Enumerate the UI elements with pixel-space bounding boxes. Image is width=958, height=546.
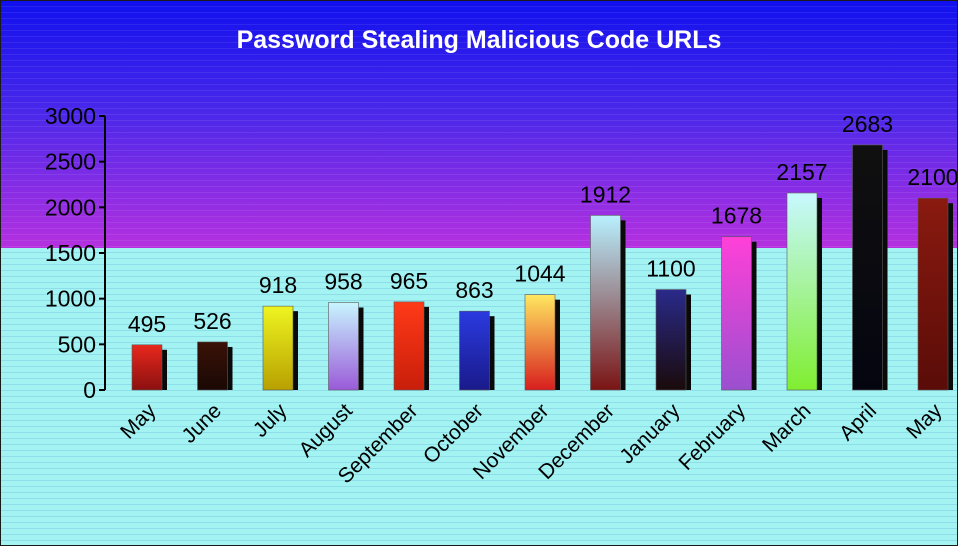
data-label: 1912 [580,181,631,207]
bar [590,215,621,391]
chart-title: Password Stealing Malicious Code URLs [237,26,722,54]
data-label: 2683 [842,111,893,137]
y-tick-label: 500 [58,331,96,357]
data-label: 526 [193,308,231,334]
data-label: 495 [128,311,166,337]
data-label: 2157 [776,159,827,185]
bar [197,341,228,391]
data-label: 918 [259,272,297,298]
data-label: 1100 [646,256,695,282]
bar [655,289,687,391]
bar [262,305,294,391]
bar [786,192,818,391]
data-label: 863 [455,277,493,303]
y-tick-label: 1500 [45,240,96,266]
data-label: 1678 [711,203,762,229]
y-tick-label: 2500 [45,149,96,175]
bar [393,301,425,391]
data-label: 965 [390,268,428,294]
bar [524,294,556,391]
y-tick-label: 0 [83,377,96,403]
bar [852,144,883,391]
bar-chart: Password Stealing Malicious Code URLs 0 5… [1,1,957,545]
chart-frame: Password Stealing Malicious Code URLs 0 5… [0,0,958,546]
y-tick-label: 2000 [45,194,96,220]
bar [459,310,490,391]
bar [721,236,752,391]
bar [131,344,163,391]
data-label: 1044 [514,261,565,287]
data-label: 2100 [907,164,957,190]
y-tick-label: 3000 [45,103,96,129]
data-label: 958 [324,269,362,295]
y-tick-label: 1000 [45,286,96,312]
bar [328,302,359,391]
bar [917,197,949,391]
